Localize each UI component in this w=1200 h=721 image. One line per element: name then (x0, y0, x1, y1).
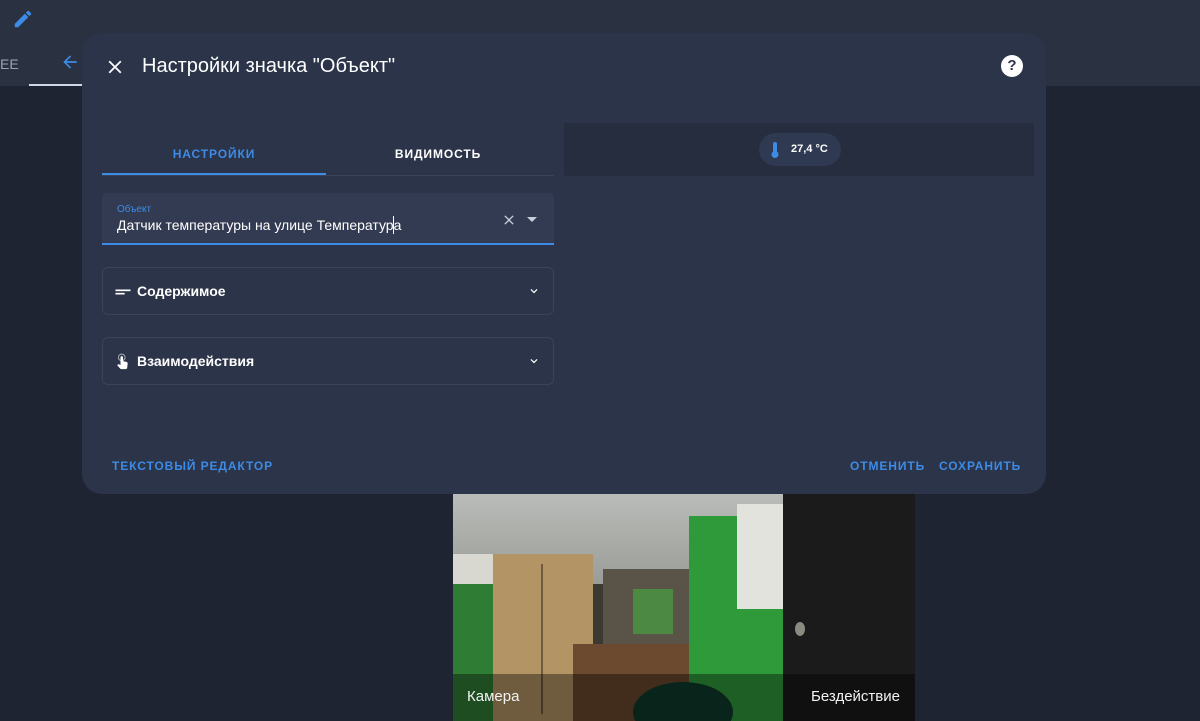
dialog-title: Настройки значка "Объект" (142, 55, 396, 77)
text-editor-button[interactable]: ТЕКСТОВЫЙ РЕДАКТОР (112, 459, 273, 473)
content-expansion-panel[interactable]: Содержимое (102, 267, 554, 315)
entity-field-value[interactable]: Датчик температуры на улице Температура (117, 217, 401, 233)
thermometer-icon (771, 142, 779, 158)
chevron-down-icon (530, 289, 538, 294)
background-tab-label[interactable]: EE (0, 56, 19, 72)
background-tab-indicator (29, 84, 87, 86)
badge-preview: 27,4 °C (564, 123, 1034, 176)
dropdown-arrow-icon[interactable] (526, 215, 538, 225)
text-short-icon (115, 289, 131, 295)
tab-settings[interactable]: НАСТРОЙКИ (102, 131, 326, 177)
clear-icon[interactable] (501, 212, 517, 228)
camera-image-hallway-wall (633, 589, 673, 634)
camera-state: Бездействие (811, 688, 900, 705)
badge-settings-dialog: Настройки значка "Объект" ? НАСТРОЙКИ ВИ… (82, 33, 1046, 494)
text-cursor (393, 216, 394, 234)
arrow-left-icon[interactable] (60, 52, 80, 72)
interactions-expansion-panel[interactable]: Взаимодействия (102, 337, 554, 385)
pencil-icon[interactable] (12, 8, 34, 30)
badge-value: 27,4 °C (791, 143, 828, 155)
entity-field-label: Объект (117, 204, 152, 215)
gesture-tap-icon (117, 353, 128, 370)
cancel-button[interactable]: ОТМЕНИТЬ (850, 459, 925, 473)
entity-field[interactable]: Объект Датчик температуры на улице Темпе… (102, 193, 554, 245)
close-icon[interactable] (104, 56, 126, 78)
tab-visibility[interactable]: ВИДИМОСТЬ (326, 131, 550, 177)
camera-card[interactable]: Камера Бездействие (453, 494, 915, 721)
entity-badge[interactable]: 27,4 °C (759, 133, 841, 166)
help-icon[interactable]: ? (1001, 55, 1023, 77)
content-panel-title: Содержимое (137, 283, 226, 299)
dialog-tabs: НАСТРОЙКИ ВИДИМОСТЬ (102, 131, 554, 177)
tabs-divider (102, 175, 554, 176)
camera-image-door-lock (795, 622, 805, 636)
chevron-down-icon (530, 359, 538, 364)
camera-name: Камера (467, 688, 520, 705)
save-button[interactable]: СОХРАНИТЬ (939, 459, 1021, 473)
interactions-panel-title: Взаимодействия (137, 353, 255, 369)
active-tab-indicator (102, 173, 326, 175)
